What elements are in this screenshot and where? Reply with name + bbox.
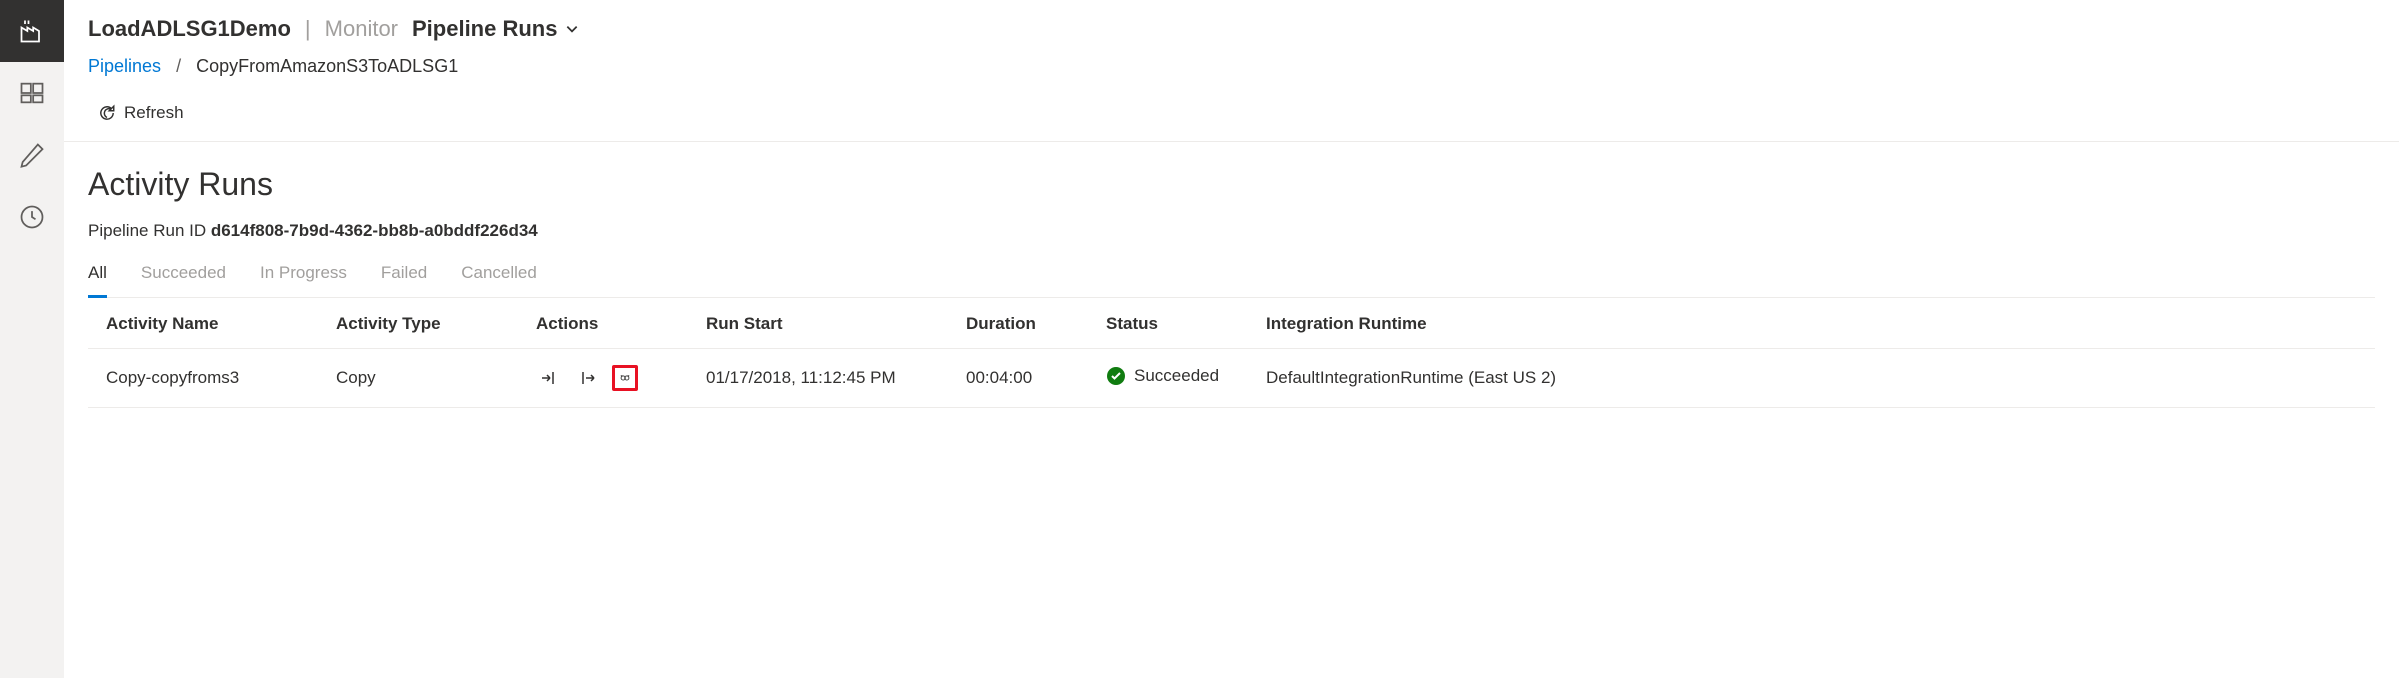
cell-duration: 00:04:00 — [948, 349, 1088, 408]
table-header-row: Activity Name Activity Type Actions Run … — [88, 300, 2375, 349]
chevron-down-icon — [565, 22, 579, 36]
col-actions[interactable]: Actions — [518, 300, 688, 349]
filter-tab-failed[interactable]: Failed — [381, 263, 427, 297]
run-id-label: Pipeline Run ID — [88, 221, 211, 240]
action-input-icon[interactable] — [536, 365, 562, 391]
cell-activity-type: Copy — [318, 349, 518, 408]
page-header: LoadADLSG1Demo | Monitor Pipeline Runs — [64, 0, 2399, 56]
filter-tab-all[interactable]: All — [88, 263, 107, 298]
status-label: Succeeded — [1134, 366, 1219, 386]
col-activity-name[interactable]: Activity Name — [88, 300, 318, 349]
page-heading: Activity Runs — [88, 166, 2375, 203]
breadcrumb-separator: / — [176, 56, 181, 76]
cell-status: Succeeded — [1088, 349, 1248, 408]
col-run-start[interactable]: Run Start — [688, 300, 948, 349]
success-icon — [1106, 366, 1126, 386]
action-output-icon[interactable] — [574, 365, 600, 391]
cell-run-start: 01/17/2018, 11:12:45 PM — [688, 349, 948, 408]
nav-author-icon[interactable] — [0, 124, 64, 186]
main-content: LoadADLSG1Demo | Monitor Pipeline Runs P… — [64, 0, 2399, 678]
header-section: Monitor — [325, 16, 398, 42]
col-duration[interactable]: Duration — [948, 300, 1088, 349]
col-activity-type[interactable]: Activity Type — [318, 300, 518, 349]
header-title: LoadADLSG1Demo — [88, 16, 291, 42]
toolbar: Refresh — [64, 95, 2399, 142]
cell-activity-name: Copy-copyfroms3 — [88, 349, 318, 408]
action-details-icon[interactable] — [612, 365, 638, 391]
run-id-value: d614f808-7b9d-4362-bb8b-a0bddf226d34 — [211, 221, 538, 240]
nav-monitor-icon[interactable] — [0, 186, 64, 248]
activity-runs-table: Activity Name Activity Type Actions Run … — [88, 300, 2375, 408]
table-row: Copy-copyfroms3 Copy — [88, 349, 2375, 408]
breadcrumb-link[interactable]: Pipelines — [88, 56, 161, 76]
cell-integration-runtime: DefaultIntegrationRuntime (East US 2) — [1248, 349, 2375, 408]
header-dropdown-label: Pipeline Runs — [412, 16, 557, 42]
filter-tabs: All Succeeded In Progress Failed Cancell… — [88, 263, 2375, 298]
cell-actions — [518, 349, 688, 408]
nav-factory-icon[interactable] — [0, 0, 64, 62]
content-area: Activity Runs Pipeline Run ID d614f808-7… — [64, 142, 2399, 408]
refresh-label: Refresh — [124, 103, 184, 123]
filter-tab-cancelled[interactable]: Cancelled — [461, 263, 537, 297]
refresh-button[interactable]: Refresh — [98, 103, 184, 123]
breadcrumb-current: CopyFromAmazonS3ToADLSG1 — [196, 56, 458, 76]
header-divider: | — [305, 16, 311, 42]
col-integration-runtime[interactable]: Integration Runtime — [1248, 300, 2375, 349]
filter-tab-succeeded[interactable]: Succeeded — [141, 263, 226, 297]
breadcrumb: Pipelines / CopyFromAmazonS3ToADLSG1 — [64, 56, 2399, 95]
refresh-icon — [98, 104, 116, 122]
header-dropdown[interactable]: Pipeline Runs — [412, 16, 579, 42]
filter-tab-in-progress[interactable]: In Progress — [260, 263, 347, 297]
run-id-line: Pipeline Run ID d614f808-7b9d-4362-bb8b-… — [88, 221, 2375, 241]
left-nav — [0, 0, 64, 678]
nav-dashboards-icon[interactable] — [0, 62, 64, 124]
col-status[interactable]: Status — [1088, 300, 1248, 349]
